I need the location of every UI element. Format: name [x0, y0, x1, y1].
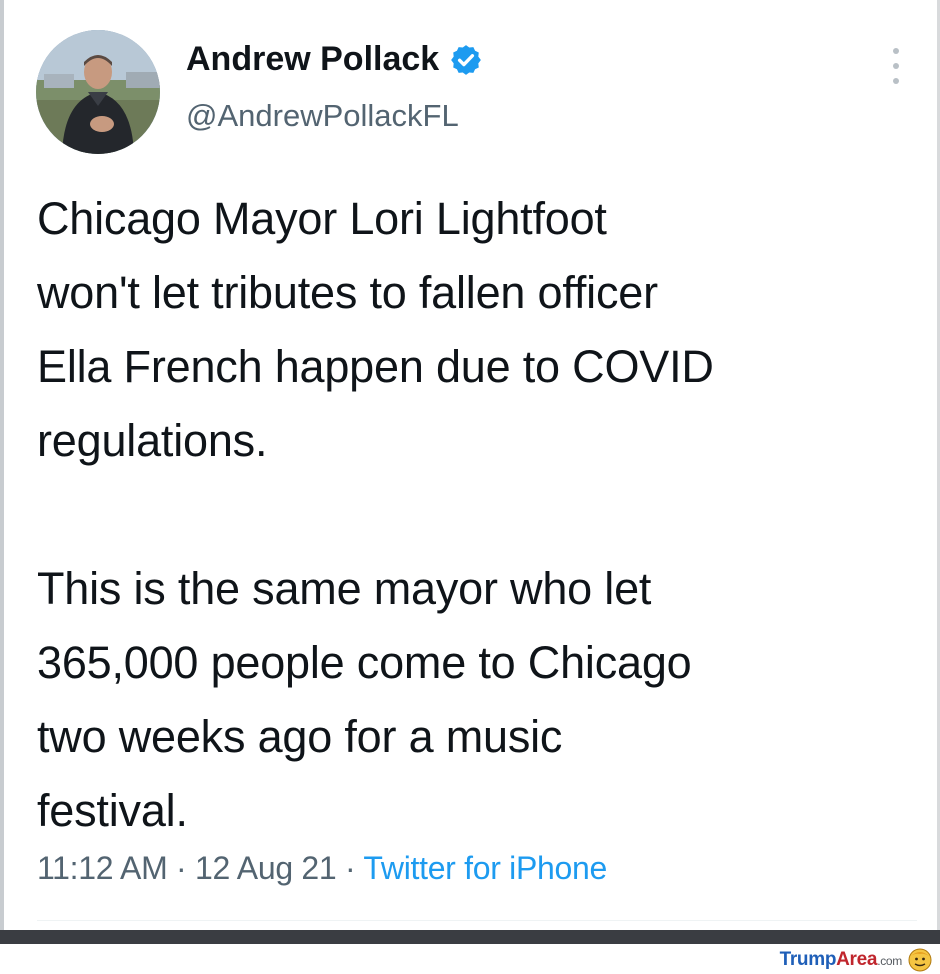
tweet-source-link[interactable]: Twitter for iPhone	[363, 850, 607, 886]
more-dot	[893, 78, 899, 84]
tweet-text-line: Chicago Mayor Lori Lightfoot	[37, 193, 607, 244]
tweet-text-line: won't let tributes to fallen officer	[37, 267, 658, 318]
divider	[37, 920, 917, 921]
bottom-bar	[0, 930, 940, 944]
watermark-part: .com	[877, 954, 902, 968]
tweet-meta: 11:12 AM · 12 Aug 21 · Twitter for iPhon…	[37, 850, 607, 887]
tweet-text-line: festival.	[37, 785, 188, 836]
tweet-text-line: Ella French happen due to COVID	[37, 341, 714, 392]
tweet-text-line: regulations.	[37, 415, 268, 466]
author-name: Andrew Pollack	[186, 40, 440, 78]
user-handle[interactable]: @AndrewPollackFL	[186, 98, 459, 134]
more-dot	[893, 48, 899, 54]
avatar-photo	[36, 30, 160, 154]
display-name[interactable]: Andrew Pollack	[186, 40, 483, 79]
screenshot: Andrew Pollack @AndrewPollackFL Chicago …	[0, 0, 940, 974]
watermark-part: Trump	[779, 949, 837, 970]
tweet-text-line: 365,000 people come to Chicago	[37, 637, 692, 688]
verified-badge-icon	[451, 44, 482, 75]
tweet-card: Andrew Pollack @AndrewPollackFL Chicago …	[4, 0, 937, 930]
trump-face-icon	[908, 948, 932, 972]
tweet-date[interactable]: 12 Aug 21	[195, 850, 337, 886]
watermark-text: TrumpArea.com	[779, 949, 903, 971]
tweet-text-line: This is the same mayor who let	[37, 563, 652, 614]
avatar[interactable]	[36, 30, 160, 154]
watermark-part: Area	[836, 949, 878, 970]
watermark-logo: TrumpArea.com	[780, 948, 932, 972]
more-dot	[893, 63, 899, 69]
meta-separator: ·	[336, 850, 364, 886]
meta-separator: ·	[167, 850, 195, 886]
tweet-text: Chicago Mayor Lori Lightfoot won't let t…	[37, 182, 917, 848]
tweet-text-line: two weeks ago for a music	[37, 711, 563, 762]
more-vertical-icon[interactable]	[888, 48, 904, 84]
tweet-time[interactable]: 11:12 AM	[37, 850, 168, 886]
